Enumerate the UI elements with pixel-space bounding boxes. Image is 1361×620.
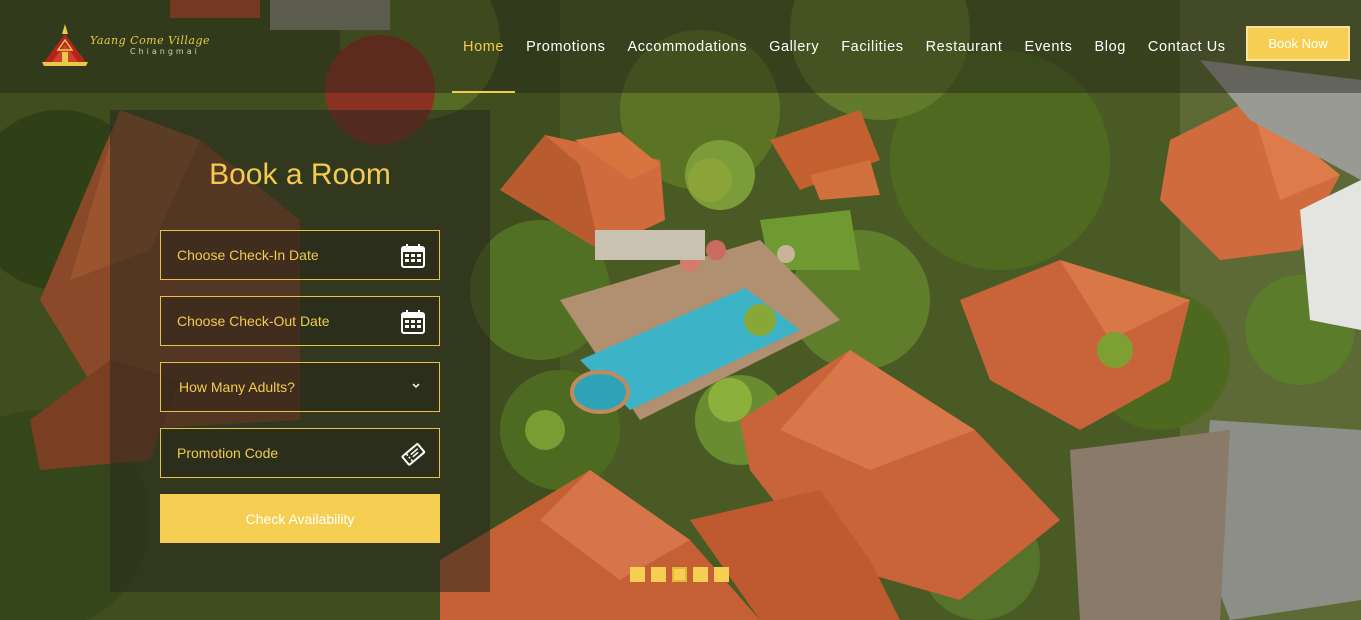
- check-in-date-value: Choose Check-In Date: [177, 247, 319, 263]
- calendar-icon: [401, 244, 425, 268]
- nav-item-gallery[interactable]: Gallery: [758, 0, 830, 93]
- check-out-date-value: Choose Check-Out Date: [177, 313, 330, 329]
- adults-select-value: How Many Adults?: [179, 379, 295, 395]
- nav-item-promotions[interactable]: Promotions: [515, 0, 616, 93]
- brand-location: Chiangmai: [130, 47, 200, 56]
- chevron-down-icon: [412, 383, 420, 389]
- nav-item-events[interactable]: Events: [1014, 0, 1084, 93]
- adults-select[interactable]: How Many Adults?: [160, 362, 440, 412]
- booking-panel: Book a Room Choose Check-In Date Choose …: [110, 110, 490, 592]
- slider-dot[interactable]: [630, 567, 645, 582]
- promotion-code-field[interactable]: Promotion Code: [160, 428, 440, 478]
- slider-dots: [630, 567, 729, 582]
- main-nav: Home Promotions Accommodations Gallery F…: [452, 0, 1237, 93]
- nav-item-restaurant[interactable]: Restaurant: [915, 0, 1014, 93]
- nav-item-accommodations[interactable]: Accommodations: [616, 0, 758, 93]
- book-now-button[interactable]: Book Now: [1246, 26, 1350, 61]
- check-out-date-field[interactable]: Choose Check-Out Date: [160, 296, 440, 346]
- site-header: Yaang Come Village Chiangmai Home Promot…: [0, 0, 1361, 93]
- brand-name: Yaang Come Village: [90, 34, 211, 47]
- slider-dot-active[interactable]: [672, 567, 687, 582]
- nav-item-blog[interactable]: Blog: [1083, 0, 1136, 93]
- page: Yaang Come Village Chiangmai Home Promot…: [0, 0, 1361, 620]
- slider-dot[interactable]: [714, 567, 729, 582]
- check-availability-button[interactable]: Check Availability: [160, 494, 440, 543]
- slider-dot[interactable]: [693, 567, 708, 582]
- nav-item-contact-us[interactable]: Contact Us: [1137, 0, 1237, 93]
- logo-text: Yaang Come Village Chiangmai: [90, 34, 210, 56]
- calendar-icon: [401, 310, 425, 334]
- check-in-date-field[interactable]: Choose Check-In Date: [160, 230, 440, 280]
- nav-item-home[interactable]: Home: [452, 0, 516, 93]
- logo[interactable]: Yaang Come Village Chiangmai: [38, 22, 218, 68]
- promotion-code-value: Promotion Code: [177, 445, 279, 461]
- ticket-icon: [401, 443, 426, 466]
- nav-item-facilities[interactable]: Facilities: [830, 0, 914, 93]
- logo-icon: [42, 24, 88, 66]
- slider-dot[interactable]: [651, 567, 666, 582]
- booking-title: Book a Room: [209, 158, 391, 191]
